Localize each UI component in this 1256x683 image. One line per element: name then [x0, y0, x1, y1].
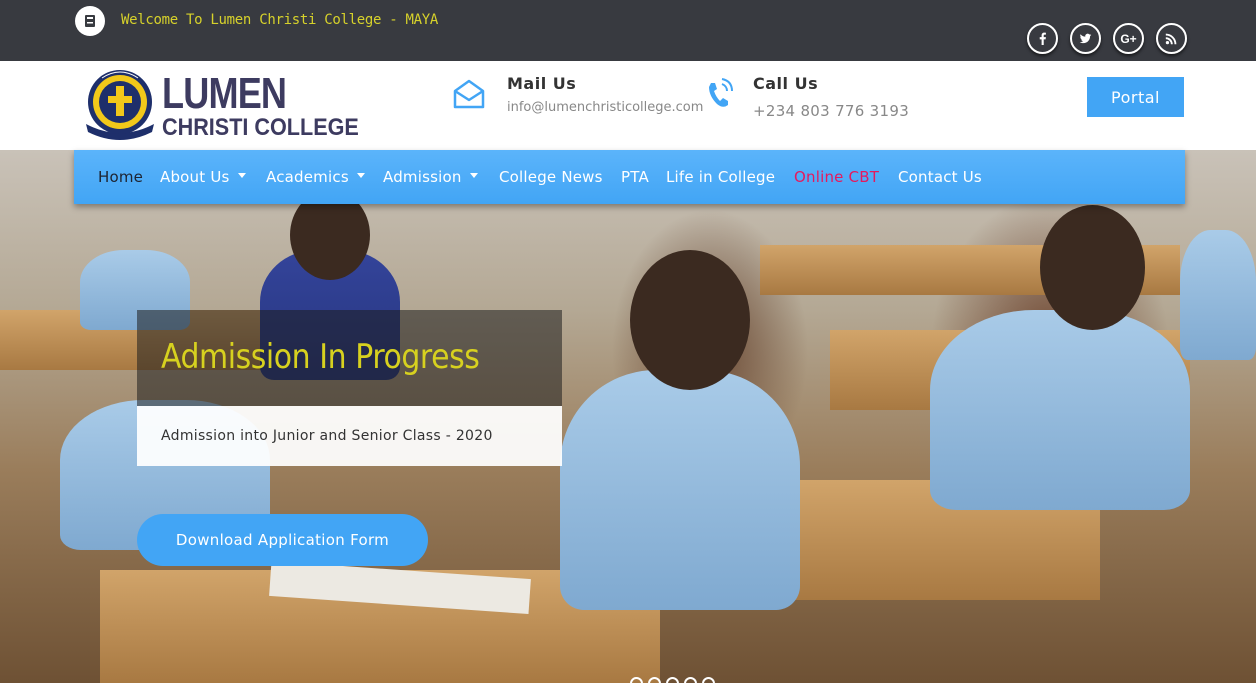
nav-pta[interactable]: PTA [621, 168, 649, 186]
nav-academics[interactable]: Academics [266, 168, 365, 186]
caret-down-icon [237, 173, 246, 178]
mail-address[interactable]: info@lumenchristicollege.com [507, 100, 703, 115]
slide-title: Admission In Progress [161, 337, 480, 377]
nav-about-us[interactable]: About Us [160, 168, 246, 186]
slider-pagination [630, 677, 715, 683]
nav-life-in-college[interactable]: Life in College [666, 168, 775, 186]
caret-down-icon [469, 173, 478, 178]
logo-title: LUMEN [162, 69, 287, 118]
nav-online-cbt[interactable]: Online CBT [794, 168, 879, 186]
student-head [1040, 205, 1145, 330]
student [1180, 230, 1256, 360]
college-logo[interactable]: LUMEN CHRISTI COLLEGE [82, 68, 382, 142]
mail-us-title: Mail Us [507, 74, 577, 93]
slider-dot[interactable] [630, 677, 643, 683]
slider-dot[interactable] [648, 677, 661, 683]
college-crest-icon [86, 70, 154, 140]
student-head [630, 250, 750, 390]
student [560, 370, 800, 610]
main-navigation: Home About Us Academics Admission Colleg… [74, 150, 1185, 204]
nav-home[interactable]: Home [98, 168, 143, 186]
phone-number[interactable]: +234 803 776 3193 [753, 102, 909, 120]
call-us-title: Call Us [753, 74, 819, 93]
nav-admission[interactable]: Admission [383, 168, 478, 186]
logo-subtitle: CHRISTI COLLEGE [162, 114, 359, 141]
slide-title-box: Admission In Progress [137, 310, 562, 406]
google-plus-label: G+ [1120, 31, 1137, 46]
portal-button[interactable]: Portal [1087, 77, 1184, 117]
download-application-form-button[interactable]: Download Application Form [137, 514, 428, 566]
top-bar: Welcome To Lumen Christi College - MAYA … [0, 0, 1256, 61]
twitter-icon[interactable] [1070, 23, 1101, 54]
google-plus-icon[interactable]: G+ [1113, 23, 1144, 54]
slider-dot[interactable] [666, 677, 679, 683]
welcome-text: Welcome To Lumen Christi College - MAYA [121, 12, 439, 28]
slide-subtitle: Admission into Junior and Senior Class -… [161, 428, 493, 444]
nav-contact-us[interactable]: Contact Us [898, 168, 982, 186]
rss-icon[interactable] [1156, 23, 1187, 54]
slider-dot[interactable] [684, 677, 697, 683]
book-icon [75, 6, 105, 36]
phone-icon [709, 78, 733, 107]
student [930, 310, 1190, 510]
slide-subtitle-box: Admission into Junior and Senior Class -… [137, 406, 562, 466]
slider-dot[interactable] [702, 677, 715, 683]
envelope-icon [453, 79, 485, 109]
facebook-icon[interactable] [1027, 23, 1058, 54]
nav-college-news[interactable]: College News [499, 168, 603, 186]
caret-down-icon [356, 173, 365, 178]
site-header: LUMEN CHRISTI COLLEGE Mail Us info@lumen… [0, 61, 1256, 150]
